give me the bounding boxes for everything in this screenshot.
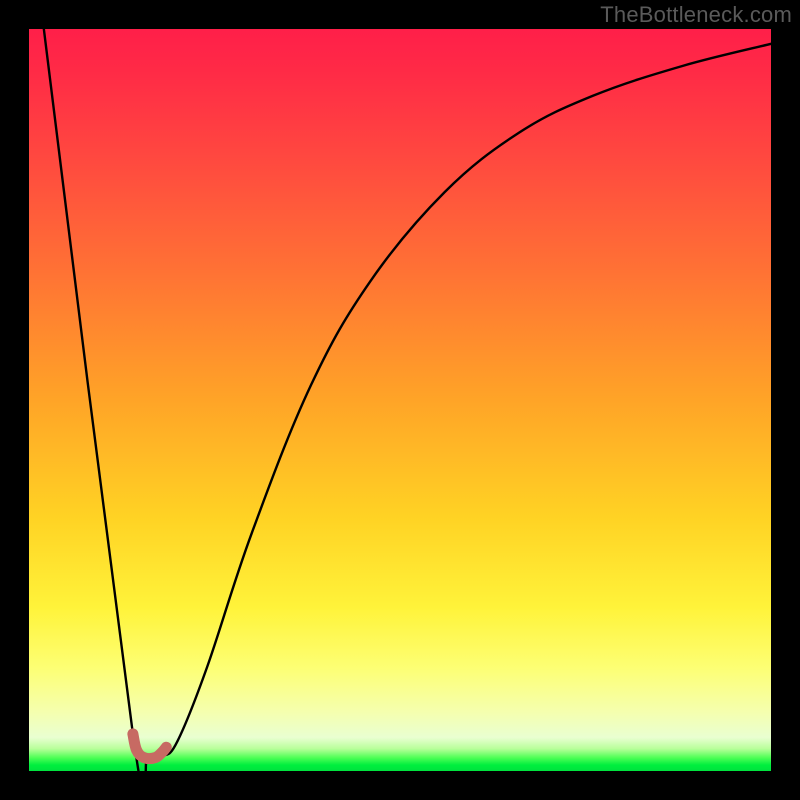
chart-frame: TheBottleneck.com [0, 0, 800, 800]
marker-salmon-path [133, 734, 166, 759]
plot-area [29, 29, 771, 771]
curve-layer [29, 29, 771, 771]
attribution-label: TheBottleneck.com [600, 2, 792, 28]
curve-black-path [44, 29, 771, 771]
